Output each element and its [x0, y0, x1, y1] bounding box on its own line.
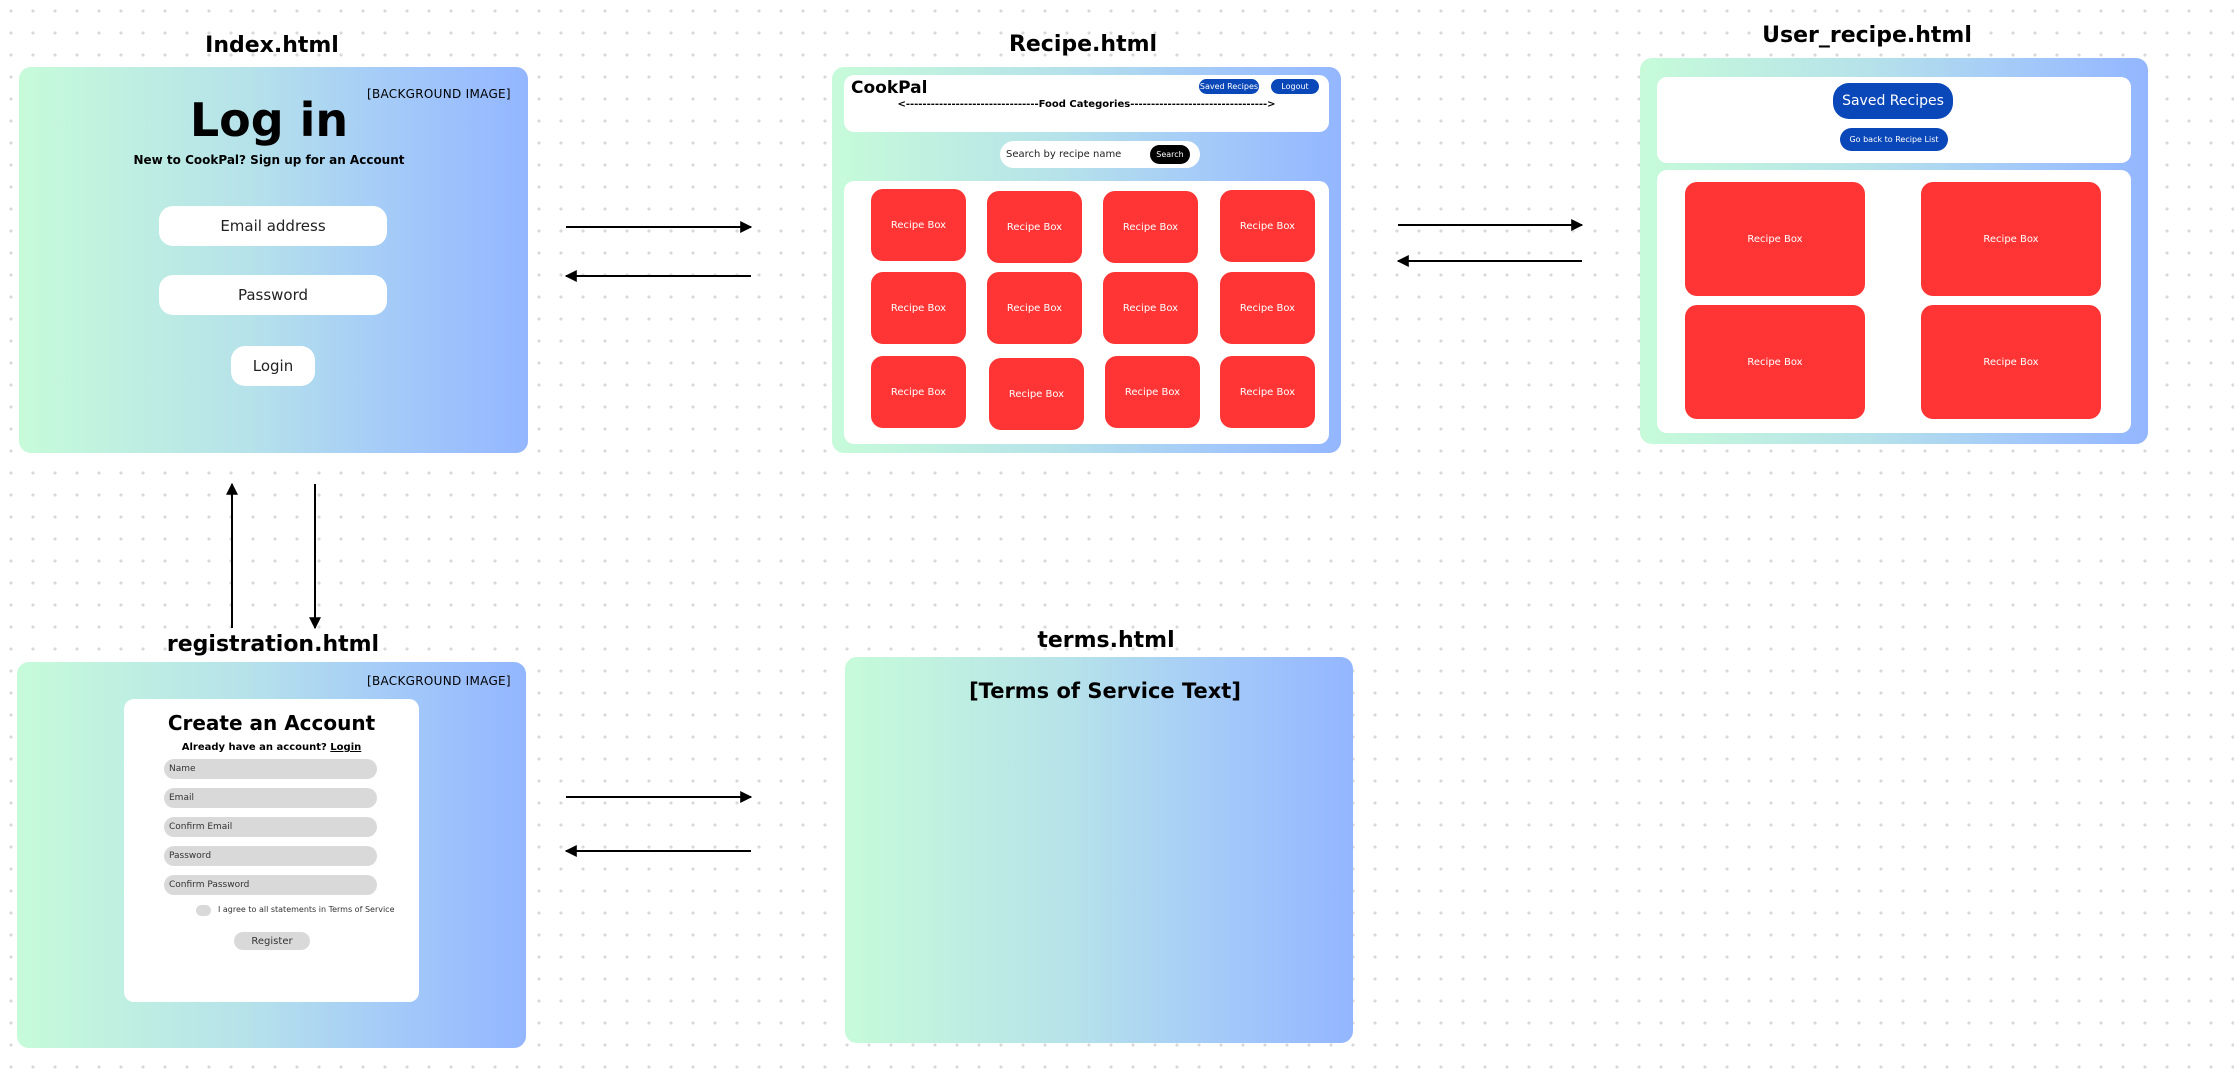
flow-arrows: [226, 219, 1584, 857]
